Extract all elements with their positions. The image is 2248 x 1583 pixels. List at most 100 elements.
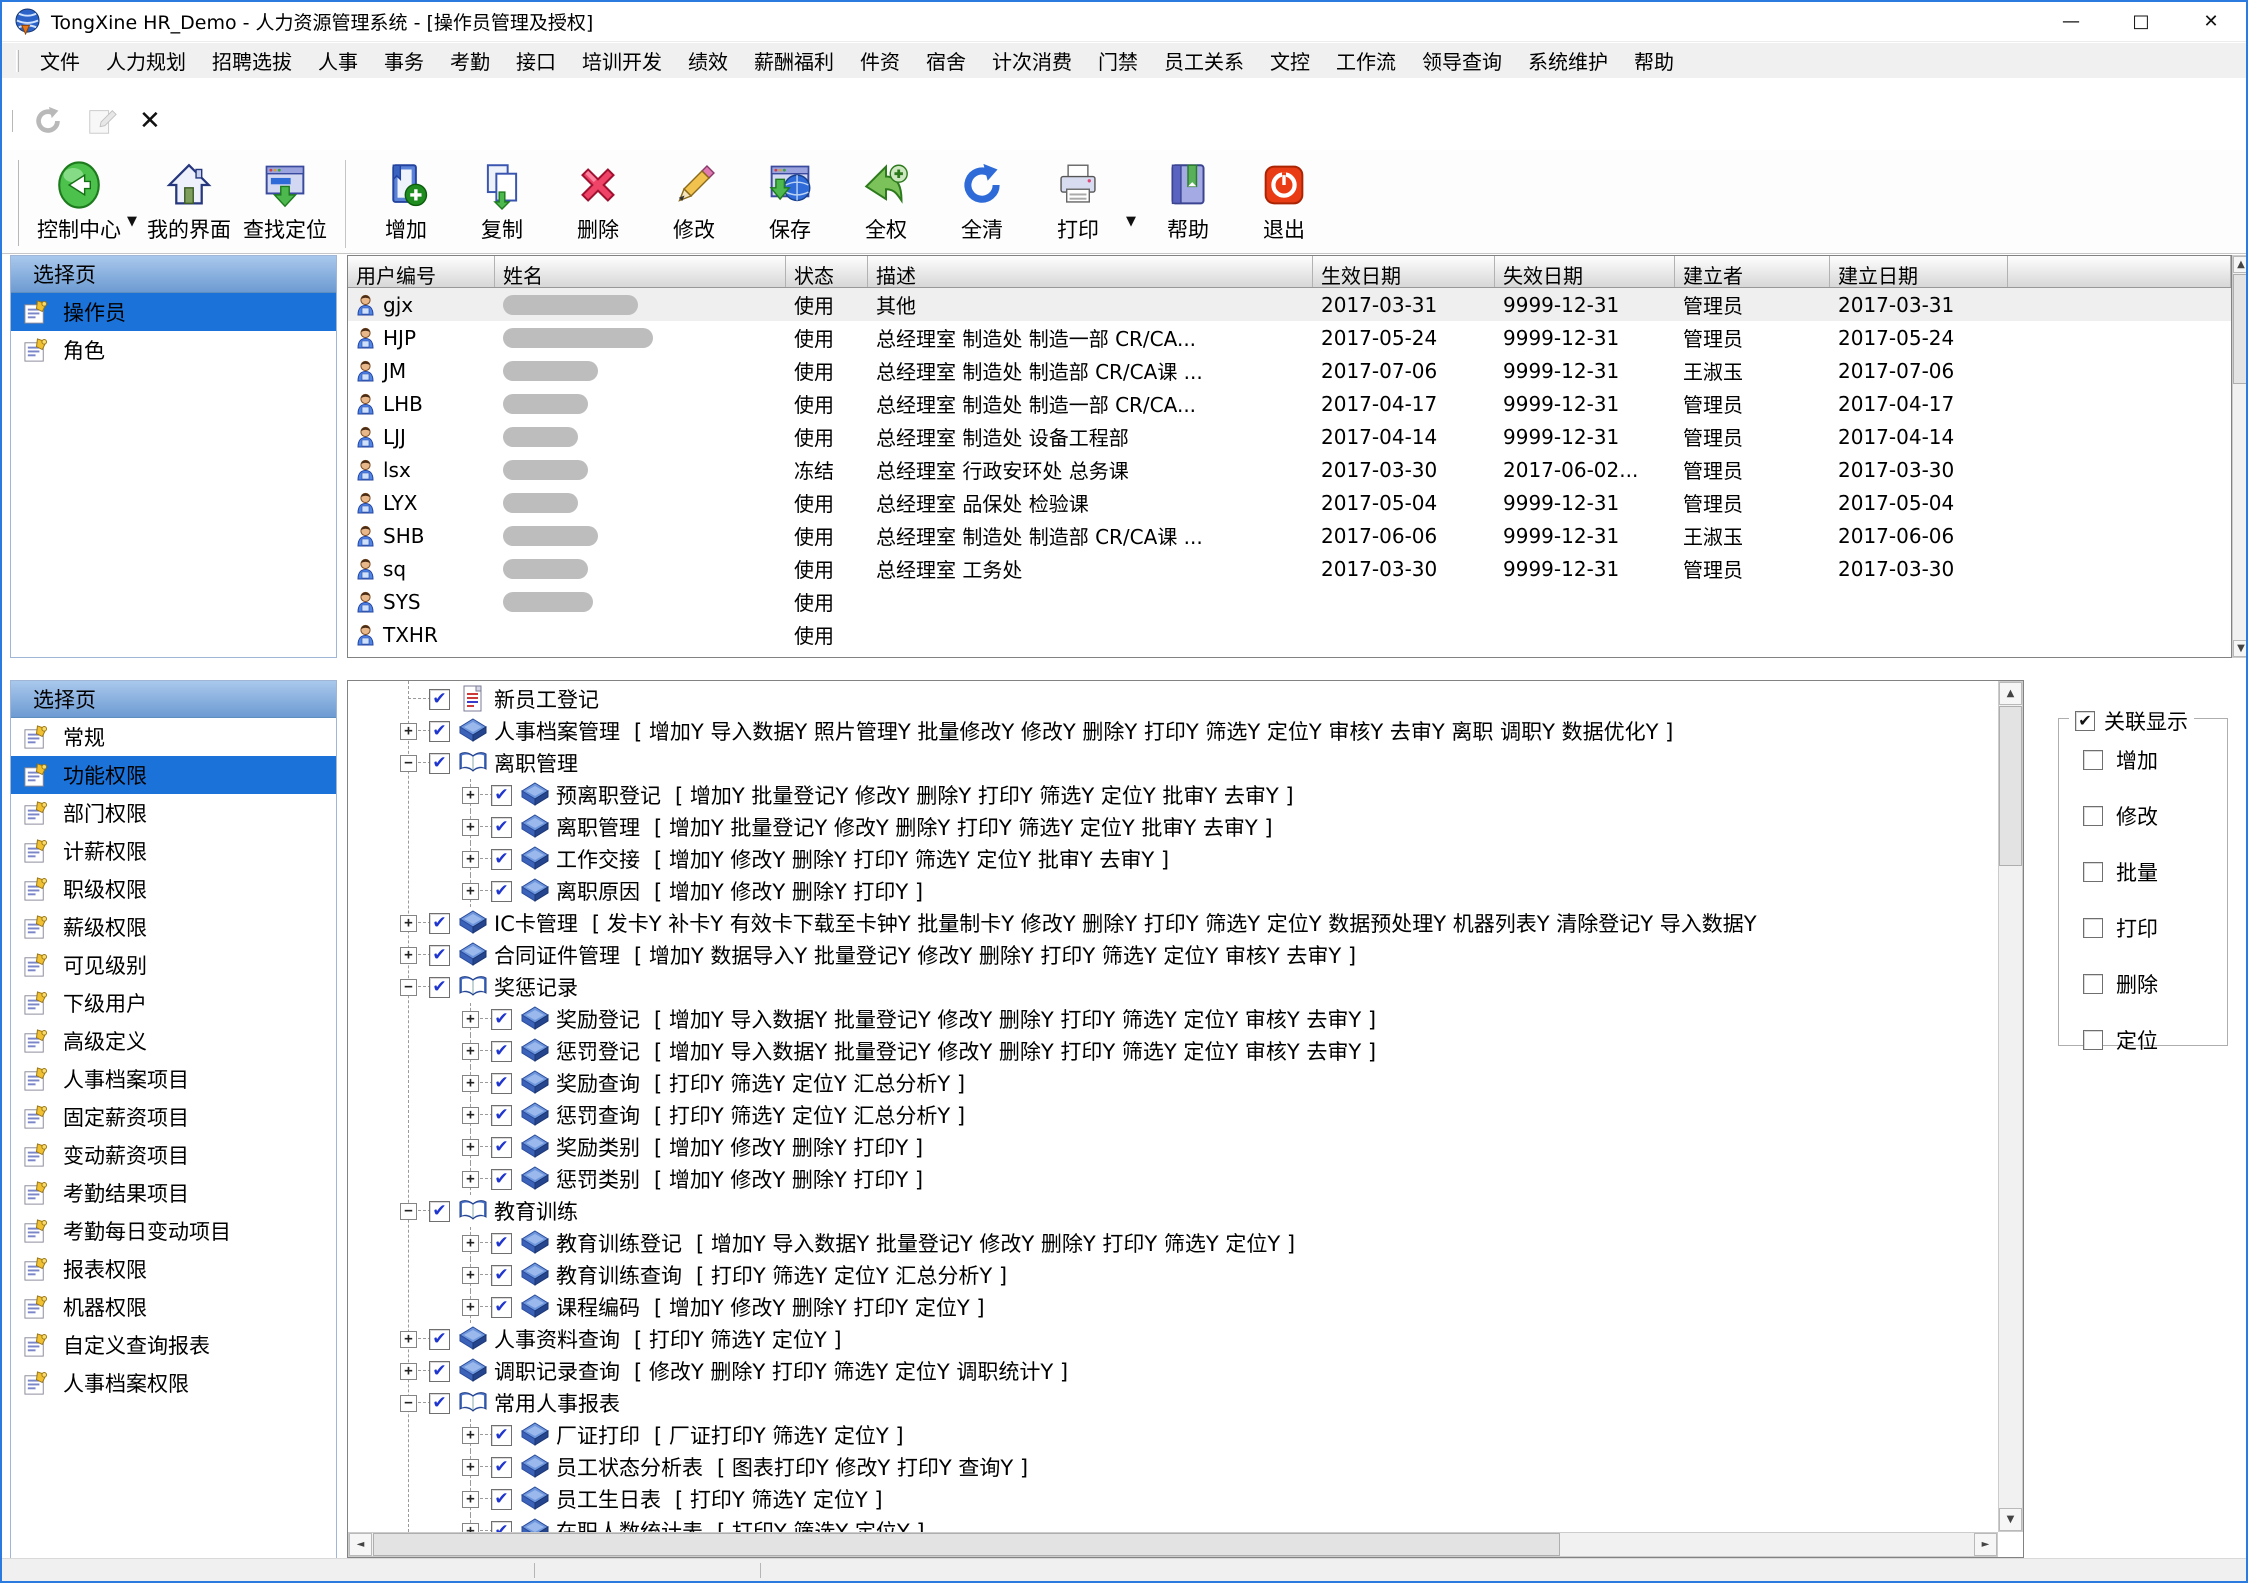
tree-checkbox[interactable]: ✔ — [491, 1425, 512, 1446]
tree-checkbox[interactable]: ✔ — [491, 1105, 512, 1126]
menu-item-16[interactable]: 工作流 — [1323, 46, 1409, 75]
table-row[interactable]: lsx冻结总经理室 行政安环处 总务课2017-03-302017-06-02.… — [348, 453, 2231, 486]
sidebar-item-pages_bottom-3[interactable]: 计薪权限 — [11, 832, 336, 870]
table-row[interactable]: LJJ使用总经理室 制造处 设备工程部2017-04-149999-12-31管… — [348, 420, 2231, 453]
toolbar-add-button[interactable]: 增加 — [358, 156, 454, 246]
tree-vertical-scrollbar[interactable]: ▲ ▼ — [1998, 681, 2023, 1532]
table-row[interactable]: sq使用总经理室 工务处2017-03-309999-12-31管理员2017-… — [348, 552, 2231, 585]
expand-icon[interactable]: + — [462, 1267, 479, 1284]
close-button[interactable]: ✕ — [2176, 2, 2246, 42]
toolbar-copy-button[interactable]: 复制 — [454, 156, 550, 246]
sidebar-item-pages_bottom-13[interactable]: 考勤每日变动项目 — [11, 1212, 336, 1250]
toolbar-save-button[interactable]: 保存 — [742, 156, 838, 246]
related-option-checkbox[interactable] — [2083, 974, 2103, 994]
table-row[interactable]: SYS使用 — [348, 585, 2231, 618]
expand-icon[interactable]: + — [462, 1299, 479, 1316]
tree-item[interactable]: +✔员工生日表[ 打印Y 筛选Y 定位Y ] — [348, 1483, 1998, 1515]
menu-item-9[interactable]: 薪酬福利 — [741, 46, 847, 75]
tree-checkbox[interactable]: ✔ — [491, 1137, 512, 1158]
tree-checkbox[interactable]: ✔ — [429, 753, 450, 774]
expand-icon[interactable]: + — [462, 851, 479, 868]
tree-checkbox[interactable]: ✔ — [491, 1073, 512, 1094]
expand-icon[interactable]: + — [462, 883, 479, 900]
tree-item[interactable]: +✔工作交接[ 增加Y 修改Y 删除Y 打印Y 筛选Y 定位Y 批审Y 去审Y … — [348, 843, 1998, 875]
tree-item[interactable]: +✔合同证件管理[ 增加Y 数据导入Y 批量登记Y 修改Y 删除Y 打印Y 筛选… — [348, 939, 1998, 971]
tree-checkbox[interactable]: ✔ — [491, 1009, 512, 1030]
tree-item[interactable]: −✔奖惩记录 — [348, 971, 1998, 1003]
menu-item-7[interactable]: 培训开发 — [569, 46, 675, 75]
minimize-button[interactable]: — — [2036, 2, 2106, 42]
tree-vscroll-thumb[interactable] — [1999, 706, 2022, 866]
related-option-checkbox[interactable] — [2083, 806, 2103, 826]
tree-item[interactable]: +✔奖励类别[ 增加Y 修改Y 删除Y 打印Y ] — [348, 1131, 1998, 1163]
table-vertical-scrollbar[interactable]: ▲ ▼ — [2232, 255, 2248, 658]
tree-item[interactable]: +✔奖励登记[ 增加Y 导入数据Y 批量登记Y 修改Y 删除Y 打印Y 筛选Y … — [348, 1003, 1998, 1035]
column-header-2[interactable]: 状态 — [786, 256, 868, 287]
expand-icon[interactable]: + — [462, 1043, 479, 1060]
tree-checkbox[interactable]: ✔ — [429, 689, 450, 710]
tree-checkbox[interactable]: ✔ — [491, 1521, 512, 1533]
toolbar-modify-button[interactable]: 修改 — [646, 156, 742, 246]
expand-icon[interactable]: + — [462, 1235, 479, 1252]
scroll-down-icon[interactable]: ▼ — [1999, 1508, 2022, 1531]
tree-item[interactable]: +✔调职记录查询[ 修改Y 删除Y 打印Y 筛选Y 定位Y 调职统计Y ] — [348, 1355, 1998, 1387]
tree-hscroll-thumb[interactable] — [373, 1533, 1560, 1556]
tree-checkbox[interactable]: ✔ — [491, 1489, 512, 1510]
collapse-icon[interactable]: − — [400, 755, 417, 772]
tree-horizontal-scrollbar[interactable]: ◄ ► — [348, 1532, 1998, 1557]
collapse-icon[interactable]: − — [400, 979, 417, 996]
collapse-icon[interactable]: − — [400, 1395, 417, 1412]
tree-item[interactable]: +✔员工状态分析表[ 图表打印Y 修改Y 打印Y 查询Y ] — [348, 1451, 1998, 1483]
menu-item-4[interactable]: 事务 — [371, 46, 437, 75]
column-header-4[interactable]: 生效日期 — [1313, 256, 1495, 287]
menu-item-10[interactable]: 件资 — [847, 46, 913, 75]
column-header-0[interactable]: 用户编号 — [348, 256, 495, 287]
tree-item[interactable]: +✔课程编码[ 增加Y 修改Y 删除Y 打印Y 定位Y ] — [348, 1291, 1998, 1323]
tree-checkbox[interactable]: ✔ — [429, 721, 450, 742]
column-header-1[interactable]: 姓名 — [495, 256, 786, 287]
expand-icon[interactable]: + — [462, 787, 479, 804]
control-center-dropdown-icon[interactable]: ▼ — [127, 214, 137, 229]
tree-item[interactable]: +✔惩罚查询[ 打印Y 筛选Y 定位Y 汇总分析Y ] — [348, 1099, 1998, 1131]
menu-item-0[interactable]: 文件 — [27, 46, 93, 75]
sidebar-item-pages_top-1[interactable]: 角色 — [11, 331, 336, 369]
menu-item-6[interactable]: 接口 — [503, 46, 569, 75]
table-row[interactable]: TXHR使用 — [348, 618, 2231, 651]
sidebar-item-pages_bottom-12[interactable]: 考勤结果项目 — [11, 1174, 336, 1212]
tree-checkbox[interactable]: ✔ — [429, 977, 450, 998]
tree-checkbox[interactable]: ✔ — [491, 785, 512, 806]
tree-checkbox[interactable]: ✔ — [491, 817, 512, 838]
sidebar-item-pages_bottom-16[interactable]: 自定义查询报表 — [11, 1326, 336, 1364]
close-view-icon[interactable]: ✕ — [139, 106, 161, 136]
tree-checkbox[interactable]: ✔ — [491, 849, 512, 870]
expand-icon[interactable]: + — [400, 1363, 417, 1380]
table-row[interactable]: HJP使用总经理室 制造处 制造一部 CR/CA...2017-05-24999… — [348, 321, 2231, 354]
sidebar-item-pages_bottom-9[interactable]: 人事档案项目 — [11, 1060, 336, 1098]
expand-icon[interactable]: + — [462, 1491, 479, 1508]
menu-item-1[interactable]: 人力规划 — [93, 46, 199, 75]
column-header-7[interactable]: 建立日期 — [1830, 256, 2008, 287]
column-header-5[interactable]: 失效日期 — [1495, 256, 1675, 287]
scroll-right-icon[interactable]: ► — [1974, 1533, 1997, 1556]
menu-item-3[interactable]: 人事 — [305, 46, 371, 75]
sidebar-item-pages_bottom-6[interactable]: 可见级别 — [11, 946, 336, 984]
sidebar-item-pages_top-0[interactable]: 操作员 — [11, 293, 336, 331]
tree-checkbox[interactable]: ✔ — [429, 913, 450, 934]
tree-item[interactable]: +✔教育训练查询[ 打印Y 筛选Y 定位Y 汇总分析Y ] — [348, 1259, 1998, 1291]
scroll-up-icon[interactable]: ▲ — [1999, 682, 2022, 705]
expand-icon[interactable]: + — [400, 947, 417, 964]
sidebar-item-pages_bottom-15[interactable]: 机器权限 — [11, 1288, 336, 1326]
tree-checkbox[interactable]: ✔ — [429, 945, 450, 966]
menu-item-15[interactable]: 文控 — [1257, 46, 1323, 75]
tree-item[interactable]: +✔惩罚类别[ 增加Y 修改Y 删除Y 打印Y ] — [348, 1163, 1998, 1195]
tree-item[interactable]: −✔离职管理 — [348, 747, 1998, 779]
table-row[interactable]: LHB使用总经理室 制造处 制造一部 CR/CA...2017-04-17999… — [348, 387, 2231, 420]
toolbar-print-button[interactable]: 打印 — [1030, 156, 1126, 246]
sidebar-item-pages_bottom-14[interactable]: 报表权限 — [11, 1250, 336, 1288]
table-row[interactable]: JM使用总经理室 制造处 制造部 CR/CA课 ...2017-07-06999… — [348, 354, 2231, 387]
tree-checkbox[interactable]: ✔ — [429, 1201, 450, 1222]
tree-item[interactable]: +✔人事资料查询[ 打印Y 筛选Y 定位Y ] — [348, 1323, 1998, 1355]
tree-checkbox[interactable]: ✔ — [491, 1041, 512, 1062]
tree-checkbox[interactable]: ✔ — [491, 881, 512, 902]
sidebar-item-pages_bottom-5[interactable]: 薪级权限 — [11, 908, 336, 946]
